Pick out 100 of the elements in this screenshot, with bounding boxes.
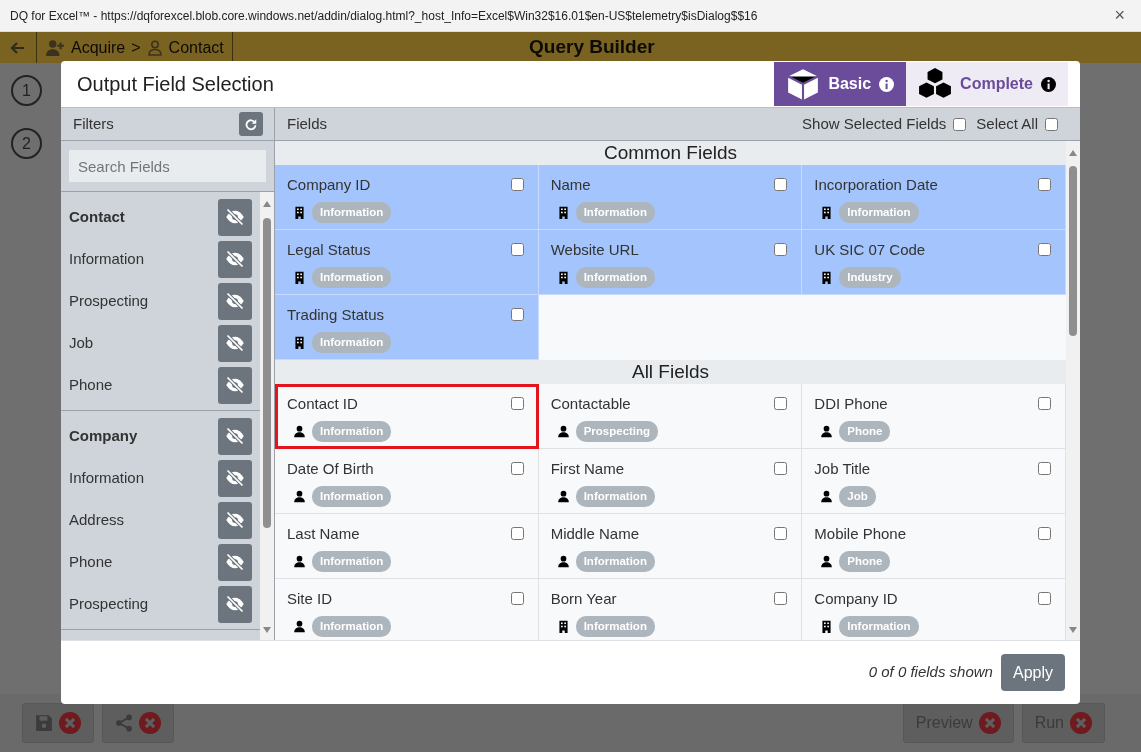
step-number: 1: [11, 75, 42, 106]
hide-toggle-button[interactable]: [218, 324, 252, 362]
app-title: Query Builder: [528, 35, 656, 60]
building-icon: [820, 619, 834, 633]
hide-toggle-button[interactable]: [218, 282, 252, 320]
field-card[interactable]: Legal Status Information: [275, 230, 539, 295]
field-card[interactable]: Middle Name Information: [538, 514, 803, 579]
field-checkbox[interactable]: [510, 308, 524, 321]
hide-toggle-button[interactable]: [218, 240, 252, 278]
share-button[interactable]: [102, 703, 174, 743]
scroll-up-icon[interactable]: [263, 201, 271, 208]
show-selected-checkbox[interactable]: [953, 117, 967, 131]
scroll-down-icon[interactable]: [263, 626, 271, 633]
select-all-checkbox[interactable]: [1045, 117, 1058, 131]
panel-title: Filters: [73, 113, 114, 134]
category-tag: Information: [575, 550, 655, 572]
field-checkbox[interactable]: [1038, 178, 1051, 191]
building-icon: [556, 205, 570, 219]
mode-tab[interactable]: Complete: [906, 62, 1068, 106]
hide-toggle-button[interactable]: [218, 501, 252, 539]
reset-button[interactable]: [239, 112, 263, 136]
hide-toggle-button[interactable]: [218, 366, 252, 404]
scrollbar[interactable]: [260, 192, 274, 640]
field-card[interactable]: UK SIC 07 Code Industry: [802, 230, 1066, 295]
field-checkbox[interactable]: [510, 178, 524, 191]
field-name: Legal Status: [287, 240, 371, 260]
close-icon: [59, 712, 81, 734]
field-name: Contactable: [550, 394, 631, 414]
category-tag: Job: [839, 485, 876, 507]
category-tag: Information: [575, 266, 655, 288]
search-field[interactable]: Search Fields: [69, 150, 266, 182]
field-checkbox[interactable]: [1038, 243, 1051, 256]
category-tag: Information: [312, 331, 392, 353]
scrollbar[interactable]: [1066, 141, 1080, 640]
field-checkbox[interactable]: [1038, 462, 1051, 475]
field-card[interactable]: Mobile Phone Phone: [802, 514, 1066, 579]
checkbox-label: Select All: [976, 113, 1038, 134]
filter-label: Prospecting: [69, 593, 150, 614]
eye-slash-icon: [225, 249, 245, 269]
field-card[interactable]: Job Title Job: [802, 449, 1066, 514]
field-checkbox[interactable]: [510, 243, 524, 256]
hide-toggle-button[interactable]: [218, 198, 252, 236]
back-arrow-icon: [10, 39, 26, 56]
close-icon: [139, 712, 161, 734]
field-checkbox[interactable]: [774, 397, 788, 410]
field-card[interactable]: Incorporation Date Information: [802, 165, 1066, 230]
field-checkbox[interactable]: [774, 527, 788, 540]
building-icon: [556, 619, 570, 633]
field-card[interactable]: Company ID Information: [275, 165, 539, 230]
field-card[interactable]: Name Information: [538, 165, 803, 230]
mode-tab[interactable]: Basic: [774, 62, 907, 106]
field-card[interactable]: Date Of Birth Information: [275, 449, 539, 514]
field-card[interactable]: Born Year Information: [538, 579, 803, 640]
scroll-up-icon[interactable]: [1069, 150, 1077, 157]
field-card[interactable]: Contact ID Information: [275, 384, 539, 449]
field-card[interactable]: Last Name Information: [275, 514, 539, 579]
field-card[interactable]: Contactable Prospecting: [538, 384, 803, 449]
field-checkbox[interactable]: [510, 462, 524, 475]
scrollbar-thumb[interactable]: [263, 217, 271, 528]
field-checkbox[interactable]: [774, 243, 788, 256]
field-checkbox[interactable]: [774, 178, 788, 191]
hide-toggle-button[interactable]: [218, 543, 252, 581]
field-checkbox[interactable]: [774, 592, 788, 605]
filter-label: Information: [69, 467, 146, 488]
filter-label: Job: [69, 332, 95, 353]
field-card[interactable]: First Name Information: [538, 449, 803, 514]
status-text: 0 of 0 fields shown: [868, 662, 993, 683]
field-checkbox[interactable]: [510, 592, 524, 605]
field-name: UK SIC 07 Code: [814, 240, 926, 260]
field-card[interactable]: Trading Status Information: [275, 295, 539, 360]
building-icon: [293, 270, 306, 284]
field-card[interactable]: Site ID Information: [275, 579, 539, 640]
checkbox-label: Show Selected Fields: [802, 113, 947, 134]
field-checkbox[interactable]: [774, 462, 788, 475]
field-checkbox[interactable]: [1038, 527, 1051, 540]
person-icon: [820, 424, 834, 438]
scroll-down-icon[interactable]: [1069, 626, 1077, 633]
field-checkbox[interactable]: [1038, 592, 1051, 605]
hide-toggle-button[interactable]: [218, 417, 252, 455]
field-checkbox[interactable]: [1038, 397, 1051, 410]
field-name: Contact ID: [287, 394, 358, 414]
field-name: Name: [550, 175, 591, 195]
field-card[interactable]: Company ID Information: [802, 579, 1066, 640]
info-icon: [1041, 76, 1056, 92]
field-checkbox[interactable]: [510, 397, 524, 410]
close-button[interactable]: ×: [1108, 1, 1131, 30]
field-card[interactable]: Website URL Information: [538, 230, 803, 295]
person-icon: [556, 424, 570, 438]
eye-slash-icon: [225, 594, 245, 614]
info-icon: [879, 76, 895, 92]
hide-toggle-button[interactable]: [218, 585, 252, 623]
hide-toggle-button[interactable]: [218, 459, 252, 497]
eye-slash-icon: [225, 510, 245, 530]
scrollbar-thumb[interactable]: [1069, 165, 1077, 336]
apply-button[interactable]: Apply: [1000, 654, 1065, 691]
field-card[interactable]: DDI Phone Phone: [802, 384, 1066, 449]
field-checkbox[interactable]: [510, 527, 524, 540]
dialog-title: Output Field Selection: [77, 72, 274, 96]
person-icon: [556, 554, 570, 568]
field-name: Mobile Phone: [814, 524, 907, 544]
